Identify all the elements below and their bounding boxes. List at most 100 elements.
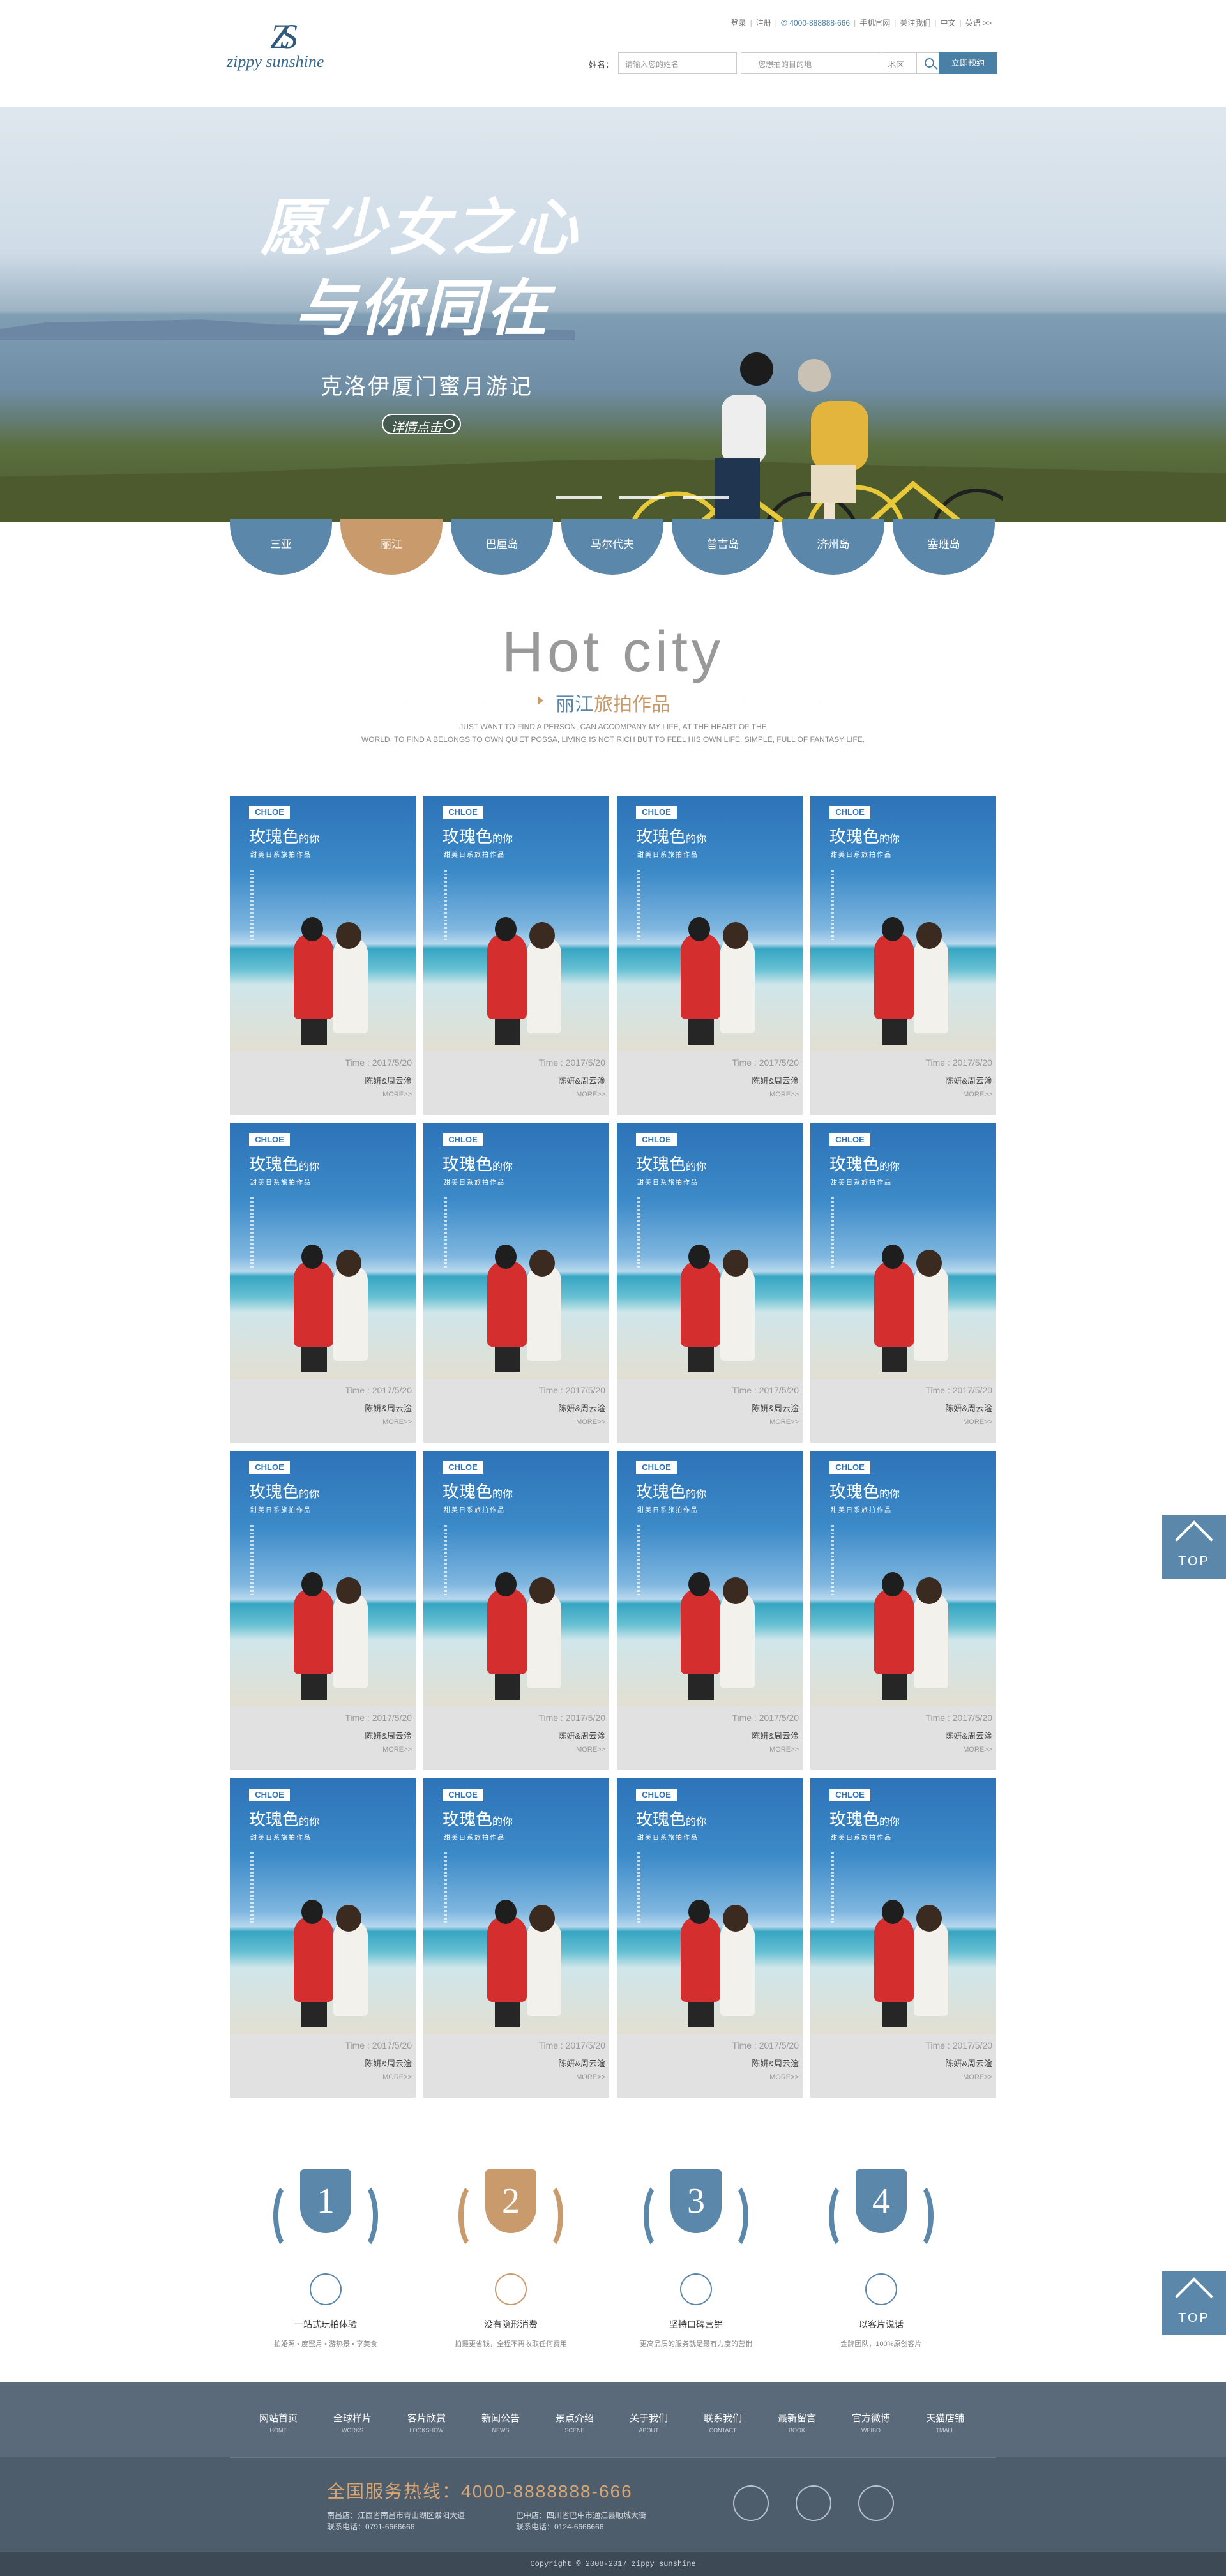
back-to-top-button[interactable]: TOP (1162, 1515, 1226, 1579)
work-card[interactable]: CHLOE 玫瑰色的你 甜美日系旅拍作品 Time : 2017/5/20 陈妍&周云淦… (230, 796, 416, 1115)
name-input[interactable]: 请输入您的姓名 (618, 52, 737, 74)
name-label: 姓名： (589, 60, 614, 70)
footer-nav-item[interactable]: 联系我们 CONTACT (686, 2411, 760, 2434)
couple-figure (882, 2002, 907, 2027)
footer-nav-item[interactable]: 关于我们 ABOUT (612, 2411, 686, 2434)
work-more-link[interactable]: MORE>> (963, 1746, 992, 1754)
weibo-icon[interactable] (858, 2485, 894, 2521)
work-card[interactable]: CHLOE 玫瑰色的你 甜美日系旅拍作品 Time : 2017/5/20 陈妍&周云淦… (617, 1123, 803, 1443)
work-photo[interactable]: CHLOE 玫瑰色的你 甜美日系旅拍作品 (230, 1778, 416, 2034)
couple-figure (527, 937, 561, 1033)
city-tab-2[interactable]: 巴厘岛 (451, 519, 553, 575)
footer-nav-item[interactable]: 天猫店铺 TMALL (908, 2411, 982, 2434)
work-photo[interactable]: CHLOE 玫瑰色的你 甜美日系旅拍作品 (423, 796, 609, 1051)
work-couple-name: 陈妍&周云淦 (945, 1404, 992, 1413)
work-more-link[interactable]: MORE>> (769, 2073, 799, 2081)
work-card[interactable]: CHLOE 玫瑰色的你 甜美日系旅拍作品 Time : 2017/5/20 陈妍&周云淦… (230, 1778, 416, 2098)
couple-figure (301, 2002, 327, 2027)
footer-nav-item[interactable]: 新闻公告 NEWS (464, 2411, 538, 2434)
banner-pager-dot[interactable] (683, 496, 729, 499)
work-more-link[interactable]: MORE>> (382, 1091, 412, 1098)
follow-link[interactable]: 关注我们 (900, 19, 930, 27)
work-more-link[interactable]: MORE>> (382, 1746, 412, 1754)
work-card[interactable]: CHLOE 玫瑰色的你 甜美日系旅拍作品 Time : 2017/5/20 陈妍&周云淦… (617, 1451, 803, 1770)
work-more-link[interactable]: MORE>> (963, 1091, 992, 1098)
city-tab-5[interactable]: 济州岛 (782, 519, 884, 575)
work-card[interactable]: CHLOE 玫瑰色的你 甜美日系旅拍作品 Time : 2017/5/20 陈妍&周云淦… (423, 1778, 609, 2098)
work-card[interactable]: CHLOE 玫瑰色的你 甜美日系旅拍作品 Time : 2017/5/20 陈妍&周云淦… (810, 1778, 996, 2098)
work-card[interactable]: CHLOE 玫瑰色的你 甜美日系旅拍作品 Time : 2017/5/20 陈妍&周云淦… (423, 1123, 609, 1443)
work-more-link[interactable]: MORE>> (576, 1091, 605, 1098)
work-card[interactable]: CHLOE 玫瑰色的你 甜美日系旅拍作品 Time : 2017/5/20 陈妍&周云淦… (810, 1451, 996, 1770)
work-photo[interactable]: CHLOE 玫瑰色的你 甜美日系旅拍作品 (230, 796, 416, 1051)
back-to-top-button-2[interactable]: TOP (1162, 2271, 1226, 2335)
footer-nav-item[interactable]: 客片欣赏 LOOKSHOW (390, 2411, 464, 2434)
banner-more-button[interactable]: 详情点击 (382, 414, 461, 435)
work-card[interactable]: CHLOE 玫瑰色的你 甜美日系旅拍作品 Time : 2017/5/20 陈妍&周云淦… (423, 796, 609, 1115)
work-card[interactable]: CHLOE 玫瑰色的你 甜美日系旅拍作品 Time : 2017/5/20 陈妍&周云淦… (230, 1451, 416, 1770)
work-photo[interactable]: CHLOE 玫瑰色的你 甜美日系旅拍作品 (617, 1778, 803, 2034)
work-photo[interactable]: CHLOE 玫瑰色的你 甜美日系旅拍作品 (810, 796, 996, 1051)
work-photo[interactable]: CHLOE 玫瑰色的你 甜美日系旅拍作品 (423, 1123, 609, 1379)
banner-pager-dot[interactable] (619, 496, 665, 499)
city-tab-6[interactable]: 塞班岛 (893, 519, 995, 575)
lang-en-link[interactable]: 英语 (965, 19, 981, 27)
work-more-link[interactable]: MORE>> (963, 2073, 992, 2081)
work-more-link[interactable]: MORE>> (382, 1418, 412, 1426)
city-tab-0[interactable]: 三亚 (230, 519, 332, 575)
work-card[interactable]: CHLOE 玫瑰色的你 甜美日系旅拍作品 Time : 2017/5/20 陈妍&周云淦… (423, 1451, 609, 1770)
city-tab-3[interactable]: 马尔代夫 (561, 519, 663, 575)
work-photo[interactable]: CHLOE 玫瑰色的你 甜美日系旅拍作品 (230, 1451, 416, 1706)
work-couple-name: 陈妍&周云淦 (945, 2059, 992, 2068)
work-more-link[interactable]: MORE>> (769, 1091, 799, 1098)
work-card[interactable]: CHLOE 玫瑰色的你 甜美日系旅拍作品 Time : 2017/5/20 陈妍&周云淦… (810, 796, 996, 1115)
work-photo[interactable]: CHLOE 玫瑰色的你 甜美日系旅拍作品 (617, 796, 803, 1051)
footer-nav-item[interactable]: 网站首页 HOME (241, 2411, 315, 2434)
work-more-link[interactable]: MORE>> (963, 1418, 992, 1426)
book-now-button[interactable]: 立即预约 (939, 52, 997, 74)
work-more-link[interactable]: MORE>> (576, 1418, 605, 1426)
address-nanchang-phone: 联系电话：0791-6666666 (327, 2522, 415, 2531)
city-tab-4[interactable]: 普吉岛 (672, 519, 774, 575)
work-more-link[interactable]: MORE>> (382, 2073, 412, 2081)
register-link[interactable]: 注册 (756, 19, 771, 27)
couple-figure (882, 1019, 907, 1045)
work-card[interactable]: CHLOE 玫瑰色的你 甜美日系旅拍作品 Time : 2017/5/20 陈妍&周云淦… (617, 796, 803, 1115)
work-photo[interactable]: CHLOE 玫瑰色的你 甜美日系旅拍作品 (810, 1451, 996, 1706)
login-link[interactable]: 登录 (731, 19, 746, 27)
footer-nav-item[interactable]: 官方微博 WEIBO (834, 2411, 908, 2434)
work-more-link[interactable]: MORE>> (576, 1746, 605, 1754)
work-photo[interactable]: CHLOE 玫瑰色的你 甜美日系旅拍作品 (617, 1451, 803, 1706)
badge-number: 3 (670, 2169, 722, 2233)
work-photo[interactable]: CHLOE 玫瑰色的你 甜美日系旅拍作品 (423, 1451, 609, 1706)
work-card[interactable]: CHLOE 玫瑰色的你 甜美日系旅拍作品 Time : 2017/5/20 陈妍&周云淦… (810, 1123, 996, 1443)
city-tab-1[interactable]: 丽江 (340, 519, 443, 575)
work-photo[interactable]: CHLOE 玫瑰色的你 甜美日系旅拍作品 (810, 1778, 996, 2034)
work-time: Time : 2017/5/20 (925, 1057, 992, 1068)
region-select[interactable]: 地区 (882, 52, 917, 74)
site-logo[interactable]: ZS zippy sunshine (227, 13, 354, 77)
couple-figure (914, 1265, 948, 1361)
wechat-icon[interactable] (796, 2485, 831, 2521)
banner-pager-dot[interactable] (556, 496, 602, 499)
rank-badge-icon: 3 (632, 2162, 760, 2267)
work-photo[interactable]: CHLOE 玫瑰色的你 甜美日系旅拍作品 (230, 1123, 416, 1379)
destination-input[interactable]: 您想拍的目的地 (741, 52, 882, 74)
work-photo[interactable]: CHLOE 玫瑰色的你 甜美日系旅拍作品 (423, 1778, 609, 2034)
work-tag: CHLOE (249, 1789, 290, 1801)
footer-nav-item[interactable]: 全球样片 WORKS (315, 2411, 390, 2434)
mobile-site-link[interactable]: 手机官网 (859, 19, 890, 27)
work-card[interactable]: CHLOE 玫瑰色的你 甜美日系旅拍作品 Time : 2017/5/20 陈妍&周云淦… (617, 1778, 803, 2098)
couple-figure (681, 933, 720, 1019)
work-photo[interactable]: CHLOE 玫瑰色的你 甜美日系旅拍作品 (810, 1123, 996, 1379)
couple-figure (495, 1347, 520, 1372)
footer-nav-item[interactable]: 景点介绍 SCENE (538, 2411, 612, 2434)
lang-cn-link[interactable]: 中文 (940, 19, 955, 27)
work-more-link[interactable]: MORE>> (769, 1418, 799, 1426)
work-more-link[interactable]: MORE>> (769, 1746, 799, 1754)
work-more-link[interactable]: MORE>> (576, 2073, 605, 2081)
mobile-icon[interactable] (733, 2485, 769, 2521)
footer-nav-item[interactable]: 最新留言 BOOK (760, 2411, 834, 2434)
work-photo[interactable]: CHLOE 玫瑰色的你 甜美日系旅拍作品 (617, 1123, 803, 1379)
work-card[interactable]: CHLOE 玫瑰色的你 甜美日系旅拍作品 Time : 2017/5/20 陈妍&周云淦… (230, 1123, 416, 1443)
